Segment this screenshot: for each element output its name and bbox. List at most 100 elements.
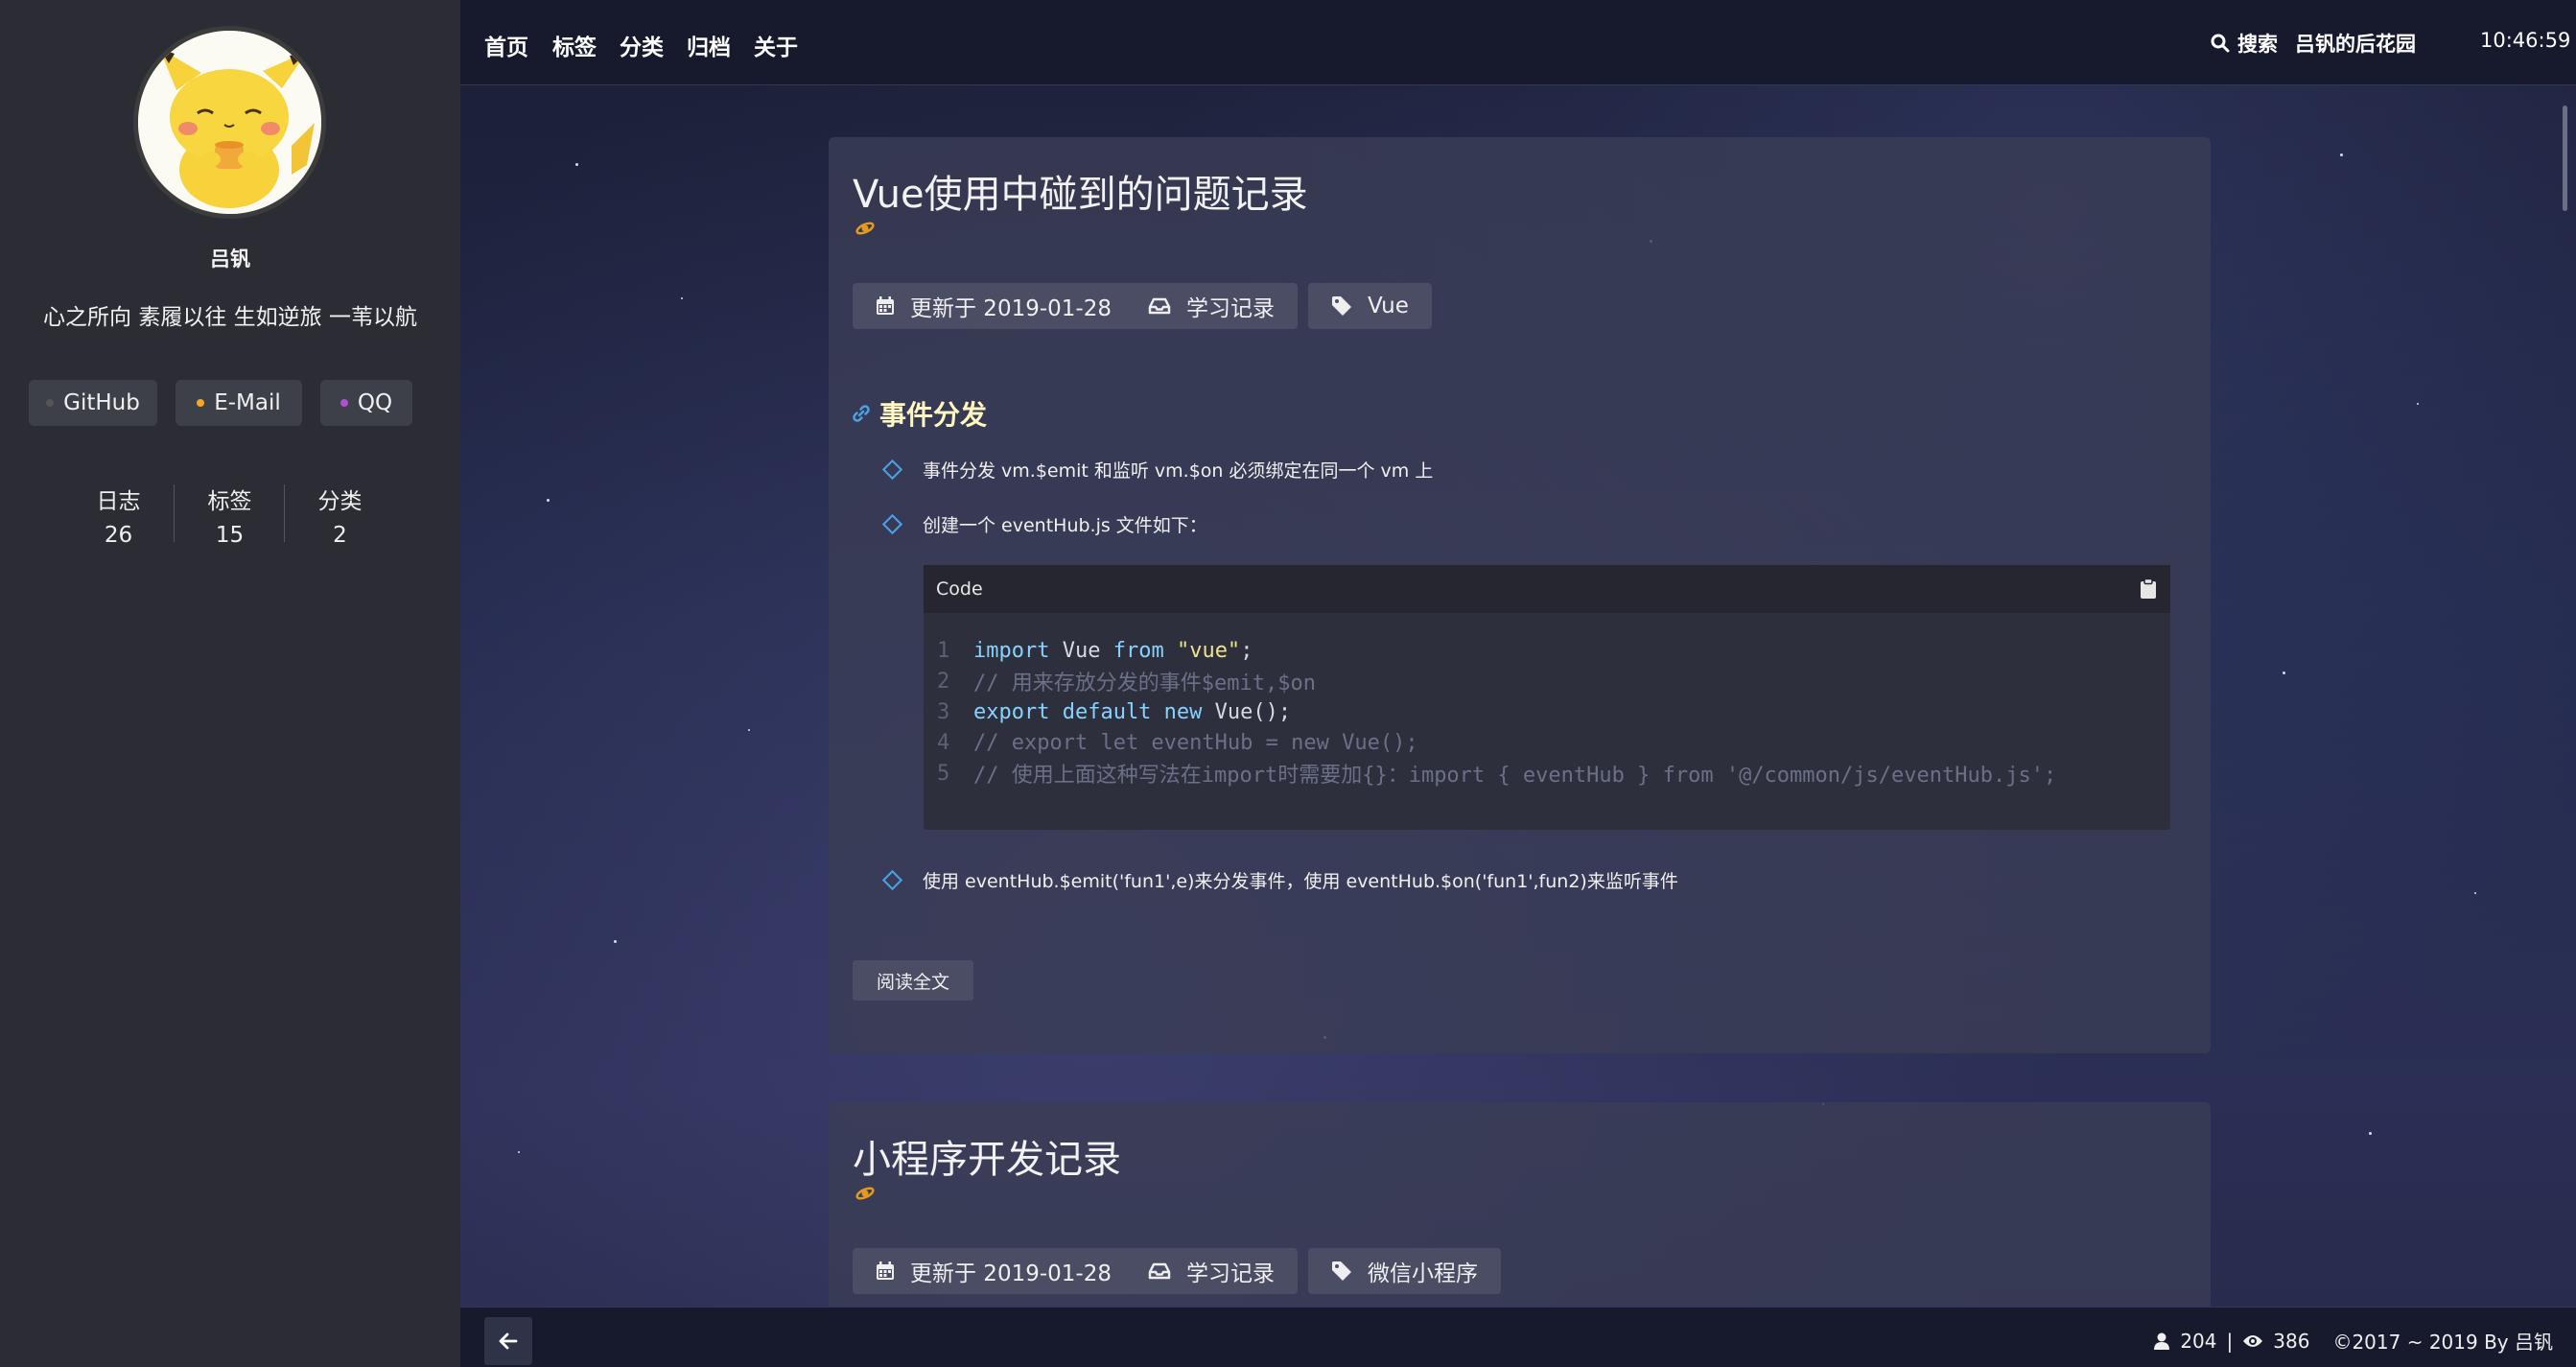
inbox-icon (1148, 1262, 1171, 1280)
code-token: import (973, 638, 1050, 663)
author-name: 吕钒 (210, 247, 250, 271)
visitor-count: 204 (2180, 1329, 2217, 1353)
code-token: // 用来存放分发的事件$emit,$on (973, 672, 1316, 695)
stat-tags-count: 15 (215, 523, 245, 548)
footer-separator: | (2226, 1329, 2234, 1353)
page-view-count: 386 (2273, 1329, 2310, 1353)
nav-archives[interactable]: 归档 (687, 29, 731, 61)
clipboard-icon[interactable] (2140, 578, 2157, 600)
footer-info: 204 | 386 ©2017 ~ 2019 By 吕钒 (2153, 1327, 2553, 1355)
diamond-bullet-icon (881, 459, 903, 481)
qq-dot-icon (340, 399, 348, 407)
site-name-link[interactable]: 吕钒的后花园 (2295, 29, 2416, 58)
post-tag-label: 微信小程序 (1368, 1261, 1478, 1286)
back-button[interactable] (484, 1317, 532, 1365)
github-dot-icon (46, 399, 55, 407)
post-title[interactable]: 小程序开发记录 (853, 1128, 1121, 1184)
line-number: 4 (937, 730, 950, 755)
list-item-text: 事件分发 vm.$emit 和监听 vm.$on 必须绑定在同一个 vm 上 (923, 460, 1434, 482)
post-category-label: 学习记录 (1186, 1261, 1275, 1286)
tag-icon (1332, 1261, 1351, 1281)
code-line: 2 // 用来存放分发的事件$emit,$on (937, 666, 2170, 696)
tag-icon (1332, 296, 1351, 316)
diamond-bullet-icon (881, 869, 903, 891)
calendar-icon (877, 1261, 894, 1280)
post-category-label: 学习记录 (1186, 296, 1275, 321)
code-block: Code 1 import Vue from "vue"; 2 // 用来存放分发的事… (924, 565, 2170, 830)
section-heading: 事件分发 (853, 394, 987, 433)
list-item: 事件分发 vm.$emit 和监听 vm.$on 必须绑定在同一个 vm 上 (881, 457, 1434, 483)
main-content: 首页 标签 分类 归档 关于 搜索 吕钒的后花园 10:46:59 Vue使用中… (460, 0, 2576, 1367)
stat-tags-label: 标签 (207, 489, 252, 514)
user-icon (2154, 1332, 2170, 1350)
arrow-left-icon (499, 1332, 518, 1350)
nav-categories[interactable]: 分类 (620, 29, 664, 61)
stat-categories-label: 分类 (317, 489, 363, 514)
line-number: 5 (937, 761, 950, 786)
calendar-icon (877, 296, 894, 315)
search-label: 搜索 (2237, 33, 2278, 56)
footer-bar: 204 | 386 ©2017 ~ 2019 By 吕钒 (460, 1307, 2576, 1367)
diamond-bullet-icon (881, 513, 903, 535)
nav-tags[interactable]: 标签 (552, 29, 597, 61)
code-token: ; (1240, 638, 1253, 663)
pikachu-avatar-image (138, 31, 321, 214)
code-line: 5 // 使用上面这种写法在import时需要加{}：import { event… (937, 758, 2170, 789)
link-icon[interactable] (853, 405, 870, 422)
github-label: GitHub (63, 390, 140, 415)
code-block-header: Code (924, 565, 2170, 613)
github-link[interactable]: GitHub (29, 380, 157, 426)
stat-posts[interactable]: 日志 26 (63, 483, 174, 548)
scrollbar-thumb[interactable] (2563, 106, 2567, 211)
top-nav-bar: 首页 标签 分类 归档 关于 搜索 吕钒的后花园 10:46:59 (460, 0, 2576, 85)
qq-label: QQ (357, 390, 393, 415)
eye-icon (2243, 1334, 2263, 1347)
list-item-text: 使用 eventHub.$emit('fun1',e)来分发事件，使用 even… (923, 871, 1678, 892)
search-button[interactable]: 搜索 (2211, 29, 2278, 58)
post-date-label: 更新于 2019-01-28 (910, 296, 1112, 321)
code-token: // 使用上面这种写法在import时需要加{}：import { eventH… (973, 764, 2057, 788)
post-card: Vue使用中碰到的问题记录 更新于 2019-01-28 学习记录 Vue 事件… (829, 137, 2211, 1053)
post-date-button[interactable]: 更新于 2019-01-28 (853, 283, 1135, 329)
post-tag-label: Vue (1368, 294, 1409, 318)
search-icon (2211, 34, 2230, 53)
email-link[interactable]: E-Mail (176, 380, 302, 426)
read-more-button[interactable]: 阅读全文 (853, 960, 974, 1001)
code-token: export default new (973, 699, 1203, 724)
section-heading-text: 事件分发 (879, 399, 988, 431)
line-number: 2 (937, 669, 950, 694)
code-block-label: Code (936, 578, 983, 600)
planet-icon (855, 220, 875, 242)
stat-tags[interactable]: 标签 15 (175, 483, 285, 548)
code-lines: 1 import Vue from "vue"; 2 // 用来存放分发的事件$emi… (924, 613, 2170, 789)
nav-home[interactable]: 首页 (484, 29, 528, 61)
list-item: 使用 eventHub.$emit('fun1',e)来分发事件，使用 even… (881, 867, 1678, 893)
planet-icon (855, 1185, 875, 1207)
post-tag-button[interactable]: 微信小程序 (1308, 1248, 1501, 1294)
author-motto: 心之所向 素履以往 生如逆旅 一苇以航 (43, 305, 417, 330)
post-date-button[interactable]: 更新于 2019-01-28 (853, 1248, 1135, 1294)
code-token: "vue" (1176, 638, 1241, 663)
email-label: E-Mail (214, 390, 281, 415)
line-number: 1 (937, 638, 950, 663)
stat-categories-count: 2 (333, 523, 347, 548)
code-line: 4 // export let eventHub = new Vue(); (937, 727, 2170, 758)
code-line: 3 export default new Vue(); (937, 696, 2170, 727)
sidebar: 吕钒 心之所向 素履以往 生如逆旅 一苇以航 GitHub E-Mail QQ … (0, 0, 460, 1367)
stat-categories[interactable]: 分类 2 (285, 483, 395, 548)
code-token: Vue (1049, 638, 1113, 663)
list-item-text: 创建一个 eventHub.js 文件如下： (923, 515, 1207, 536)
post-category-button[interactable]: 学习记录 (1125, 1248, 1298, 1294)
post-category-button[interactable]: 学习记录 (1125, 283, 1298, 329)
clock: 10:46:59 (2480, 29, 2571, 52)
post-tag-button[interactable]: Vue (1308, 283, 1432, 329)
post-title[interactable]: Vue使用中碰到的问题记录 (853, 163, 1308, 219)
line-number: 3 (937, 699, 950, 724)
code-token: // export let eventHub = new Vue(); (973, 730, 1418, 755)
qq-link[interactable]: QQ (320, 380, 412, 426)
code-line: 1 import Vue from "vue"; (937, 635, 2170, 666)
inbox-icon (1148, 297, 1171, 315)
avatar[interactable] (133, 26, 326, 219)
nav-about[interactable]: 关于 (754, 29, 798, 61)
email-dot-icon (197, 399, 205, 407)
